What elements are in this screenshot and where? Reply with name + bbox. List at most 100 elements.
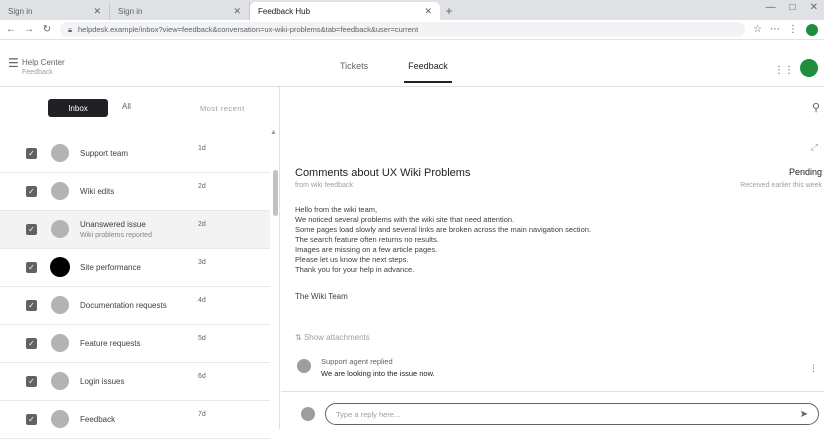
list-item[interactable]: ✓ Support team 1d — [0, 135, 270, 173]
apps-grid-icon[interactable]: ⋮⋮ — [774, 65, 794, 76]
body-line: We noticed several problems with the wik… — [295, 215, 515, 224]
hamburger-menu-icon[interactable]: ☰ — [8, 56, 19, 70]
list-item[interactable]: ✓ Site performance 3d — [0, 249, 270, 287]
more-options-icon[interactable]: ⋮ — [809, 363, 818, 374]
checkbox[interactable]: ✓ — [26, 262, 37, 273]
item-name: Support team — [80, 149, 129, 158]
tab-tickets[interactable]: Tickets — [340, 61, 368, 83]
message-body: Hello from the wiki team, We noticed sev… — [295, 205, 591, 275]
tab-title: Feedback Hub — [258, 6, 311, 16]
close-window-button[interactable]: ✕ — [810, 2, 818, 13]
browser-tab[interactable]: Sign in ✕ — [0, 2, 110, 20]
body-line: Some pages load slowly and several links… — [295, 225, 591, 234]
conversation-sidebar: Inbox All Most recent ▲ ✓ Support team 1… — [0, 87, 280, 439]
address-bar-row: ← → ↻ 🔒︎ helpdesk.example/inbox?view=fee… — [0, 20, 824, 40]
browser-tab-strip: Sign in ✕ Sign in ✕ Feedback Hub ✕ + — □… — [0, 0, 824, 20]
reload-icon[interactable]: ↻ — [42, 24, 52, 35]
conversation-subject: Comments about UX Wiki Problems — [295, 167, 471, 179]
avatar — [51, 372, 69, 390]
tab-title: Sign in — [118, 6, 143, 16]
back-icon[interactable]: ← — [6, 24, 16, 35]
list-item[interactable]: ✓ Documentation requests 4d — [0, 287, 270, 325]
tab-feedback[interactable]: Feedback — [404, 61, 452, 83]
browser-toolbar-actions: ☆ ⋯ ⋮ — [753, 23, 818, 36]
item-name: Login issues — [80, 377, 125, 386]
item-date: 6d — [198, 373, 206, 380]
avatar — [51, 182, 69, 200]
list-item-selected[interactable]: ✓ Unanswered issue Wiki problems reporte… — [0, 211, 270, 249]
item-name: Feedback — [80, 415, 116, 424]
url-field[interactable]: 🔒︎ helpdesk.example/inbox?view=feedback&… — [60, 22, 746, 37]
checkbox[interactable]: ✓ — [26, 148, 37, 159]
item-name: Site performance — [80, 263, 141, 272]
minimize-button[interactable]: — — [766, 2, 776, 13]
item-date: 7d — [198, 411, 206, 418]
checkbox[interactable]: ✓ — [26, 300, 37, 311]
list-item[interactable]: ✓ Login issues 6d — [0, 363, 270, 401]
expand-icon[interactable]: ⤢ — [811, 142, 818, 153]
url-text: helpdesk.example/inbox?view=feedback&con… — [78, 25, 419, 34]
brand-title: Help Center — [22, 58, 65, 67]
scrollbar-thumb[interactable] — [273, 170, 278, 216]
compose-avatar — [301, 407, 315, 421]
brand: Help Center Feedback — [22, 58, 65, 78]
send-icon[interactable]: ➤ — [800, 409, 808, 420]
item-name: Documentation requests — [80, 301, 167, 310]
filter-chip-inbox[interactable]: Inbox — [48, 99, 108, 117]
item-name: Unanswered issue — [80, 220, 146, 229]
checkbox[interactable]: ✓ — [26, 376, 37, 387]
checkbox[interactable]: ✓ — [26, 186, 37, 197]
star-icon[interactable]: ☆ — [753, 24, 762, 35]
close-tab-icon[interactable]: ✕ — [424, 6, 432, 17]
list-item[interactable]: ✓ Feature requests 5d — [0, 325, 270, 363]
status-badge: Pending — [788, 167, 822, 177]
reply-input[interactable]: Type a reply here... ➤ — [325, 403, 819, 425]
reply-text: We are looking into the issue now. — [321, 369, 435, 378]
close-tab-icon[interactable]: ✕ — [93, 6, 101, 17]
app-tabs: Tickets Feedback — [340, 61, 452, 83]
avatar — [51, 410, 69, 428]
item-name: Feature requests — [80, 339, 141, 348]
checkbox[interactable]: ✓ — [26, 414, 37, 425]
reply-avatar — [297, 359, 311, 373]
item-name: Wiki edits — [80, 187, 115, 196]
checkbox[interactable]: ✓ — [26, 338, 37, 349]
list-item[interactable]: ✓ Feedback 7d — [0, 401, 270, 439]
menu-icon[interactable]: ⋮ — [788, 24, 798, 35]
item-date: 2d — [198, 183, 206, 190]
extensions-icon[interactable]: ⋯ — [770, 24, 780, 35]
divider — [281, 391, 824, 392]
attachment-icon: ⇅ — [295, 333, 304, 342]
show-attachments-link[interactable]: ⇅ Show attachments — [295, 333, 370, 342]
body-line: Hello from the wiki team, — [295, 205, 378, 214]
filter-chip-all[interactable]: All — [122, 102, 131, 111]
avatar — [51, 334, 69, 352]
app-header: ☰ Help Center Feedback Tickets Feedback … — [0, 41, 824, 87]
search-icon[interactable]: ⚲ — [812, 101, 820, 114]
profile-icon[interactable] — [806, 23, 818, 36]
brand-subtitle: Feedback — [22, 69, 53, 76]
item-date: 2d — [198, 221, 206, 228]
reply-placeholder: Type a reply here... — [336, 409, 401, 419]
maximize-button[interactable]: □ — [790, 2, 796, 13]
conversation-list: ✓ Support team 1d ✓ Wiki edits 2d ✓ Unan… — [0, 135, 270, 439]
close-tab-icon[interactable]: ✕ — [233, 6, 241, 17]
sidebar-filters: Inbox All Most recent — [0, 87, 280, 127]
body-line: Thank you for your help in advance. — [295, 265, 415, 274]
sort-dropdown[interactable]: Most recent — [200, 104, 245, 113]
item-date: 4d — [198, 297, 206, 304]
avatar — [51, 296, 69, 314]
conversation-date: Received earlier this week — [740, 182, 822, 189]
browser-tab[interactable]: Sign in ✕ — [110, 2, 250, 20]
reply-author: Support agent replied — [321, 357, 393, 366]
forward-icon[interactable]: → — [24, 24, 34, 35]
avatar — [50, 257, 70, 277]
user-avatar[interactable] — [800, 59, 818, 77]
body-line: The search feature often returns no resu… — [295, 235, 439, 244]
new-tab-button[interactable]: + — [440, 2, 458, 20]
checkbox[interactable]: ✓ — [26, 224, 37, 235]
item-subtitle: Wiki problems reported — [80, 232, 152, 239]
list-item[interactable]: ✓ Wiki edits 2d — [0, 173, 270, 211]
avatar — [51, 220, 69, 238]
browser-tab-active[interactable]: Feedback Hub ✕ — [250, 2, 440, 20]
